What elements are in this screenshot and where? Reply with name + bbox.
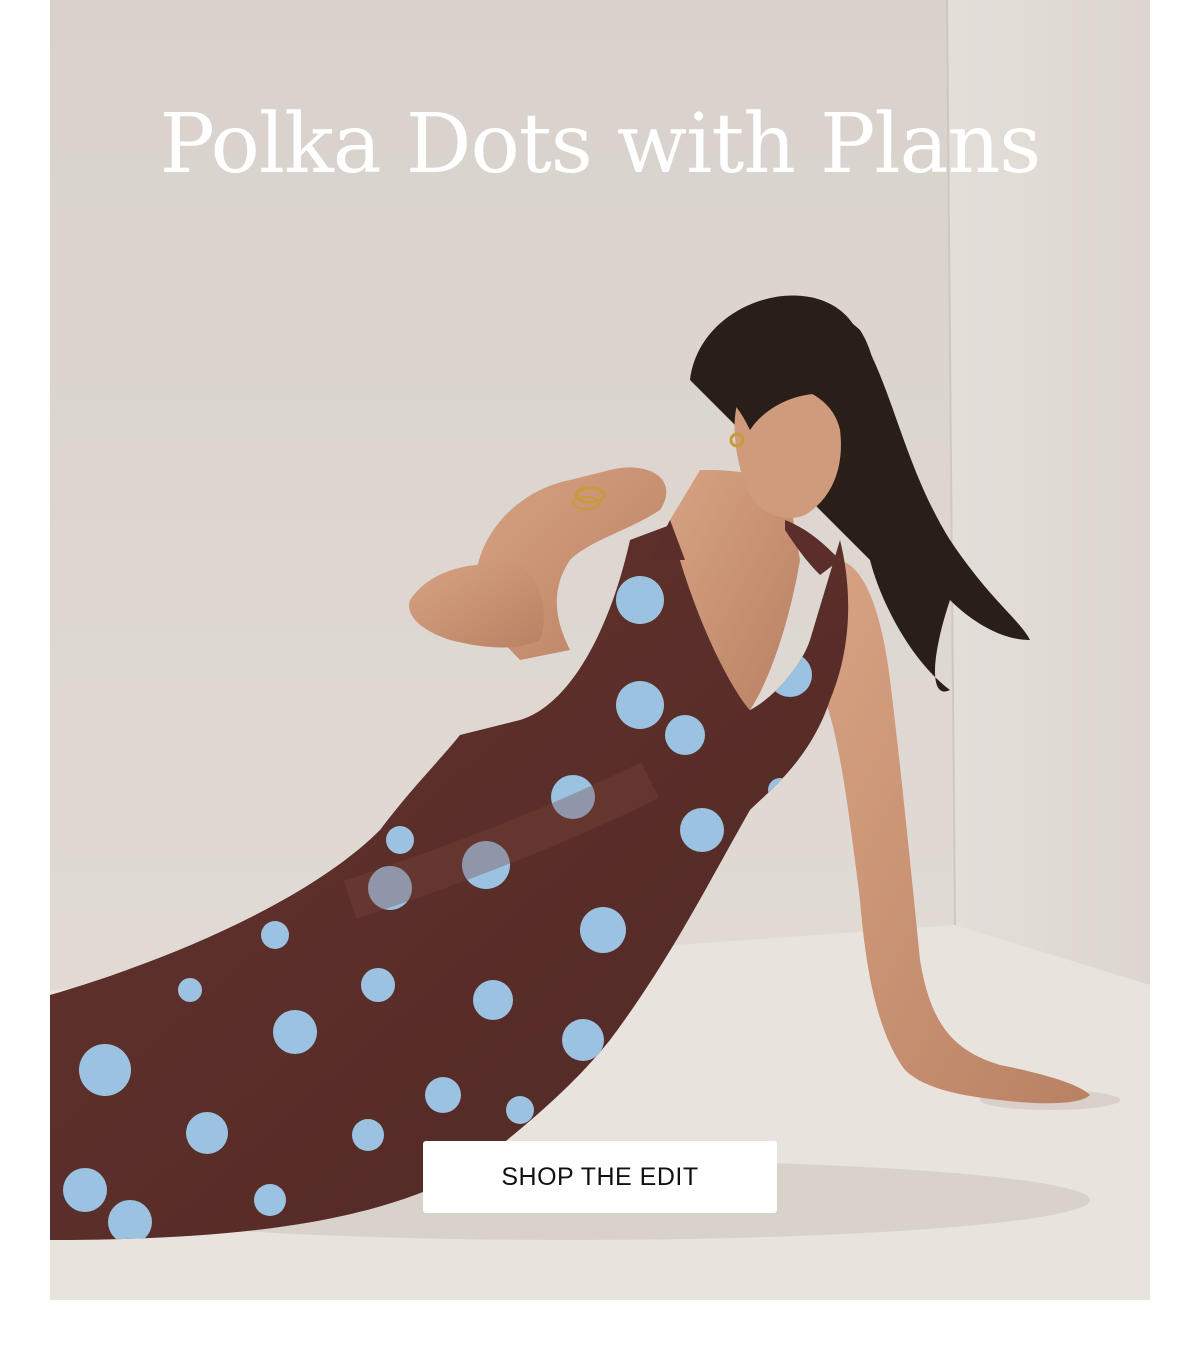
- hero-banner[interactable]: Polka Dots with Plans SHOP THE EDIT: [50, 0, 1150, 1300]
- shop-the-edit-button[interactable]: SHOP THE EDIT: [423, 1141, 777, 1213]
- hero-photo: [50, 0, 1150, 1300]
- hero-headline: Polka Dots with Plans: [159, 97, 1042, 192]
- email-page: Polka Dots with Plans SHOP THE EDIT: [0, 0, 1200, 1364]
